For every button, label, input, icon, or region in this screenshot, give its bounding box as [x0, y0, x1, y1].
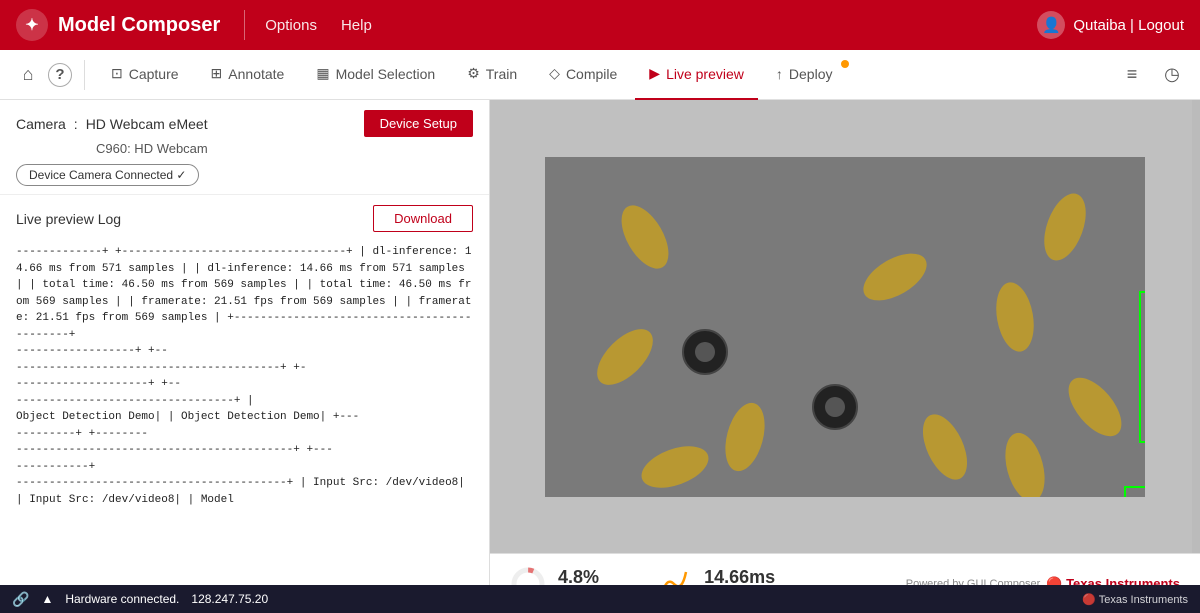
- train-icon: ⚙: [467, 65, 480, 82]
- expand-icon[interactable]: ▲: [41, 592, 53, 606]
- status-left: 🔗 ▲ Hardware connected. 128.247.75.20: [12, 591, 268, 608]
- link-icon: 🔗: [12, 591, 29, 608]
- list-view-icon[interactable]: ≡: [1116, 59, 1148, 91]
- tab-live-preview[interactable]: ▶ Live preview: [635, 50, 758, 100]
- capture-icon: ⊡: [111, 65, 123, 82]
- log-content[interactable]: -------------+ +------------------------…: [0, 238, 489, 613]
- options-menu[interactable]: Options: [265, 17, 317, 34]
- detection-svg: Half_Ring No_Ring Good Good Good: [545, 157, 1145, 497]
- tab-model-selection[interactable]: ▦ Model Selection: [302, 50, 449, 100]
- camera-value: HD Webcam eMeet: [86, 116, 208, 132]
- tab-train-label: Train: [486, 66, 517, 82]
- deploy-notification-dot: [841, 60, 849, 68]
- detection-canvas: Half_Ring No_Ring Good Good Good: [545, 157, 1145, 497]
- subnav: ⌂ ? ⊡ Capture ⊞ Annotate ▦ Model Selecti…: [0, 50, 1200, 100]
- download-button[interactable]: Download: [373, 205, 473, 232]
- camera-colon: :: [74, 116, 78, 132]
- tab-live-preview-label: Live preview: [666, 66, 744, 82]
- preview-area: Half_Ring No_Ring Good Good Good: [490, 100, 1200, 553]
- log-text: -------------+ +------------------------…: [16, 244, 473, 508]
- ti-status-text: Texas Instruments: [1099, 594, 1188, 606]
- log-title: Live preview Log: [16, 211, 121, 227]
- tab-compile-label: Compile: [566, 66, 617, 82]
- help-menu[interactable]: Help: [341, 17, 372, 34]
- connected-badge: Device Camera Connected ✓: [16, 164, 199, 186]
- live-preview-icon: ▶: [649, 65, 660, 82]
- device-setup-button[interactable]: Device Setup: [364, 110, 473, 137]
- app-header: ✦ Model Composer Options Help 👤 Qutaiba …: [0, 0, 1200, 50]
- deploy-icon: ↑: [776, 66, 783, 82]
- tab-annotate-label: Annotate: [228, 66, 284, 82]
- tab-train[interactable]: ⚙ Train: [453, 50, 531, 100]
- tab-deploy-wrapper: ↑ Deploy: [762, 50, 847, 100]
- header-divider: [244, 10, 245, 40]
- tab-capture[interactable]: ⊡ Capture: [97, 50, 193, 100]
- user-avatar-icon: 👤: [1037, 11, 1065, 39]
- log-header: Live preview Log Download: [0, 195, 489, 238]
- camera-section: Camera : HD Webcam eMeet Device Setup C9…: [0, 100, 489, 195]
- model-selection-icon: ▦: [316, 65, 329, 82]
- preview-image-container: Half_Ring No_Ring Good Good Good: [490, 100, 1200, 553]
- camera-label: Camera: [16, 116, 66, 132]
- status-bar: 🔗 ▲ Hardware connected. 128.247.75.20 🔴 …: [0, 585, 1200, 613]
- camera-row: Camera : HD Webcam eMeet Device Setup: [16, 110, 473, 137]
- app-title: Model Composer: [58, 14, 220, 37]
- tab-deploy[interactable]: ↑ Deploy: [762, 50, 847, 100]
- compile-icon: ◇: [549, 65, 560, 82]
- app-logo: ✦ Model Composer: [16, 9, 220, 41]
- tab-model-selection-label: Model Selection: [336, 66, 436, 82]
- main-content: Camera : HD Webcam eMeet Device Setup C9…: [0, 100, 1200, 613]
- header-user: 👤 Qutaiba | Logout: [1037, 11, 1184, 39]
- home-icon[interactable]: ⌂: [12, 59, 44, 91]
- status-right: 🔴 Texas Instruments: [1082, 593, 1188, 606]
- subnav-divider: [84, 60, 85, 90]
- preview-scrollbar[interactable]: [1192, 100, 1200, 553]
- ti-status-label: 🔴 Texas Instruments: [1082, 593, 1188, 606]
- tab-annotate[interactable]: ⊞ Annotate: [197, 50, 299, 100]
- ip-address: 128.247.75.20: [191, 592, 268, 606]
- log-section: Live preview Log Download -------------+…: [0, 195, 489, 613]
- user-label: Qutaiba | Logout: [1073, 17, 1184, 34]
- help-icon[interactable]: ?: [48, 63, 72, 87]
- tab-deploy-label: Deploy: [789, 66, 833, 82]
- status-text: Hardware connected.: [65, 592, 179, 606]
- header-nav: Options Help: [265, 17, 1037, 34]
- history-icon[interactable]: ◷: [1156, 59, 1188, 91]
- left-panel: Camera : HD Webcam eMeet Device Setup C9…: [0, 100, 490, 613]
- logo-icon: ✦: [16, 9, 48, 41]
- right-panel: Half_Ring No_Ring Good Good Good: [490, 100, 1200, 613]
- subnav-right-icons: ≡ ◷: [1116, 59, 1188, 91]
- tab-capture-label: Capture: [129, 66, 179, 82]
- camera-model: C960: HD Webcam: [96, 141, 473, 156]
- tab-compile[interactable]: ◇ Compile: [535, 50, 631, 100]
- annotate-icon: ⊞: [211, 65, 223, 82]
